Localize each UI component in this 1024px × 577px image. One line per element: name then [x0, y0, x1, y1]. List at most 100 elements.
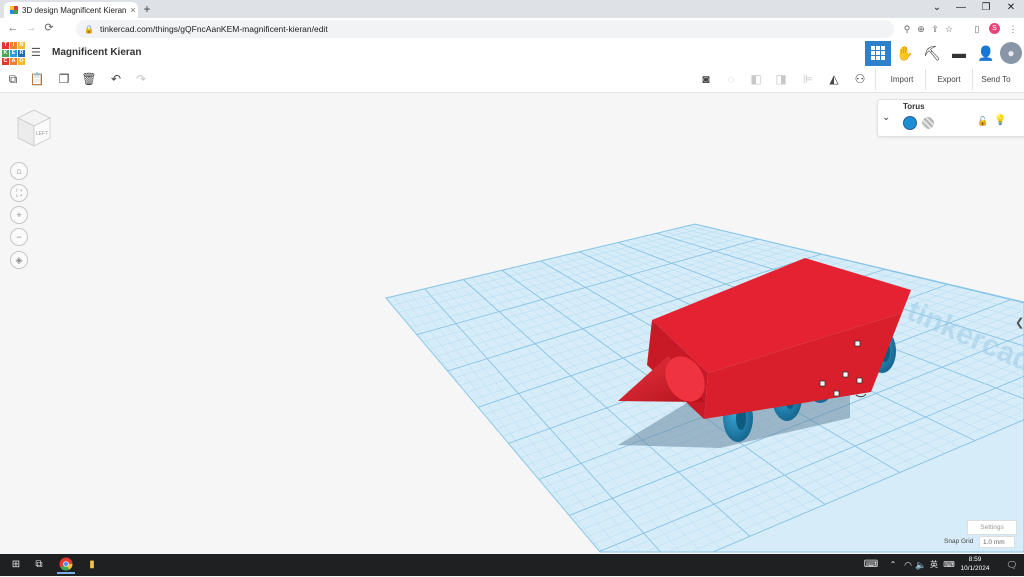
paste-icon[interactable]: 📋: [28, 70, 46, 88]
snap-grid-label: Snap Grid: [944, 538, 973, 545]
resize-handle[interactable]: [834, 391, 839, 396]
clock-date: 10/1/2024: [955, 564, 995, 573]
fit-view-button[interactable]: ⛶: [10, 184, 28, 202]
light-bulb-icon[interactable]: 💡: [994, 115, 1006, 126]
logo-letter: D: [18, 58, 25, 65]
duplicate-icon[interactable]: ❐: [55, 70, 73, 88]
lock-icon[interactable]: 🔓: [977, 116, 988, 127]
profile-avatar[interactable]: S: [989, 23, 1000, 34]
import-button[interactable]: Import: [882, 71, 922, 87]
lock-icon: 🔒: [84, 25, 94, 34]
browser-tab[interactable]: 3D design Magnificent Kieran ×: [4, 2, 138, 18]
perspective-icon: ◈: [16, 255, 23, 265]
notes-icon[interactable]: ◙: [697, 70, 715, 88]
logo-letter: I: [10, 42, 17, 49]
side-panel-icon[interactable]: ▯: [970, 22, 984, 36]
brick-icon: ▬: [952, 45, 966, 61]
cruise-icon[interactable]: ⚇: [851, 70, 869, 88]
logo-letter: T: [2, 42, 9, 49]
logo-letter: C: [2, 58, 9, 65]
tab-search-icon[interactable]: ⌄: [926, 1, 948, 15]
send-to-button[interactable]: Send To: [976, 71, 1016, 87]
clock-time: 8:59: [955, 555, 995, 564]
ungroup-icon[interactable]: ◨: [772, 70, 790, 88]
url-text: tinkercad.com/things/gQFncAanKEM-magnifi…: [100, 24, 328, 34]
logo-letter: N: [18, 42, 25, 49]
hand-icon: ✋: [896, 45, 913, 61]
new-tab-button[interactable]: +: [140, 3, 154, 15]
light-bulb-icon[interactable]: ◌: [722, 70, 740, 88]
view-cube[interactable]: LEFT: [14, 106, 54, 150]
share-icon[interactable]: ⇪: [928, 22, 942, 36]
export-button[interactable]: Export: [929, 71, 969, 87]
codeblocks-view-button[interactable]: ⛏: [919, 41, 945, 66]
chrome-taskbar-icon[interactable]: [57, 556, 75, 574]
toolbar-divider: [875, 69, 876, 90]
panel-expand-chevron-icon[interactable]: ❮: [1015, 316, 1024, 329]
url-field[interactable]: 🔒 tinkercad.com/things/gQFncAanKEM-magni…: [76, 20, 894, 38]
reload-button[interactable]: ⟳: [41, 20, 57, 36]
zoom-icon[interactable]: ⚲: [900, 22, 914, 36]
close-window-button[interactable]: ✕: [1000, 1, 1022, 15]
zoom-out-button[interactable]: −: [10, 228, 28, 246]
keyboard-icon[interactable]: ⌨: [862, 557, 880, 573]
back-button[interactable]: ←: [5, 20, 21, 36]
user-avatar[interactable]: ●: [1000, 42, 1022, 64]
add-person-icon: 👤: [977, 45, 994, 61]
notifications-icon[interactable]: 🗨: [1003, 557, 1021, 573]
hole-button[interactable]: [922, 117, 934, 129]
design-title[interactable]: Magnificent Kieran: [52, 47, 141, 58]
snap-grid-select[interactable]: 1.0 mm: [979, 536, 1015, 548]
restore-button[interactable]: ❐: [975, 1, 997, 15]
bookmark-star-icon[interactable]: ☆: [942, 22, 956, 36]
view-cube-face-label: LEFT: [36, 131, 48, 137]
forward-button[interactable]: →: [23, 20, 39, 36]
toolbar-divider: [925, 69, 926, 90]
grid-icon: [871, 46, 885, 60]
resize-handle[interactable]: [855, 341, 860, 346]
logo-letter: A: [10, 58, 17, 65]
home-view-button[interactable]: ⌂: [10, 162, 28, 180]
file-explorer-icon[interactable]: ▮: [83, 557, 101, 573]
design-menu-icon[interactable]: ☰: [31, 47, 43, 59]
3d-design-view-button[interactable]: [865, 41, 891, 66]
settings-button[interactable]: Settings: [967, 520, 1017, 535]
pickaxe-icon: ⛏: [923, 45, 941, 61]
minimize-button[interactable]: —: [950, 1, 972, 15]
snap-grid-value: 1.0 mm: [983, 539, 1005, 546]
resize-handle[interactable]: [843, 372, 848, 377]
invite-collaborator-button[interactable]: 👤: [973, 41, 999, 66]
workplane-canvas[interactable]: tinkercad: [0, 92, 1024, 554]
copy-icon[interactable]: ⧉: [4, 70, 22, 88]
task-view-icon[interactable]: ⧉: [30, 557, 48, 573]
fit-icon: ⛶: [16, 188, 22, 198]
bricks-view-button[interactable]: ▬: [946, 41, 972, 66]
tinkercad-favicon-icon: [10, 6, 18, 14]
resize-handle[interactable]: [820, 381, 825, 386]
solid-color-button[interactable]: [903, 116, 917, 130]
logo-letter: E: [10, 50, 17, 57]
delete-icon[interactable]: 🗑: [80, 70, 98, 88]
blocks-view-button[interactable]: ✋: [892, 41, 918, 66]
mirror-icon[interactable]: ◭: [825, 70, 843, 88]
align-icon[interactable]: ⊫: [799, 70, 817, 88]
windows-start-icon[interactable]: ⊞: [7, 557, 25, 573]
undo-icon[interactable]: ↶: [107, 70, 125, 88]
close-tab-icon[interactable]: ×: [128, 5, 138, 15]
edit-toolbar: [0, 67, 1024, 93]
zoom-in-button[interactable]: +: [10, 206, 28, 224]
toolbar-divider: [972, 69, 973, 90]
tinkercad-logo[interactable]: TINKERCAD: [2, 42, 24, 65]
minus-icon: −: [16, 232, 21, 242]
taskbar-clock[interactable]: 8:59 10/1/2024: [955, 555, 995, 573]
browser-menu-icon[interactable]: ⋮: [1006, 22, 1020, 36]
shape-name-label: Torus: [903, 102, 925, 111]
redo-icon[interactable]: ↷: [132, 70, 150, 88]
group-icon[interactable]: ◧: [747, 70, 765, 88]
logo-letter: R: [18, 50, 25, 57]
resize-handle[interactable]: [857, 378, 862, 383]
home-icon: ⌂: [16, 166, 21, 176]
install-app-icon[interactable]: ⊕: [914, 22, 928, 36]
perspective-button[interactable]: ◈: [10, 251, 28, 269]
collapse-chevron-icon[interactable]: ⌄: [882, 112, 890, 123]
